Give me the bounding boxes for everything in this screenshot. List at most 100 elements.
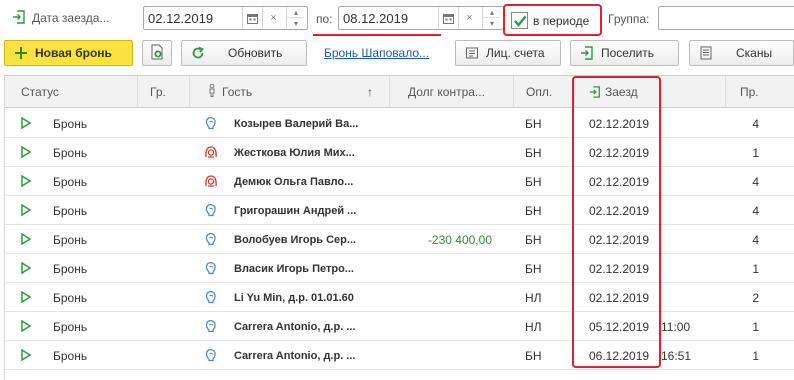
debt-cell xyxy=(395,138,492,167)
guests-count-cell: 1 xyxy=(752,145,759,160)
guests-count-cell: 4 xyxy=(752,203,759,218)
scans-label: Сканы xyxy=(736,46,773,60)
table-row[interactable]: Бронь Козырев Валерий Ва... БН 02.12.2019 4 xyxy=(5,109,794,138)
spin-down-icon[interactable]: ▾ xyxy=(287,18,305,29)
accounts-label: Лиц. счета xyxy=(486,46,545,60)
spin-up-icon[interactable]: ▴ xyxy=(287,7,305,18)
document-icon xyxy=(149,44,165,63)
column-guests-count[interactable]: Пр. xyxy=(726,76,794,108)
accounts-icon xyxy=(464,45,480,61)
guest-cell: Козырев Валерий Ва... xyxy=(234,117,359,130)
accounts-button[interactable]: Лиц. счета xyxy=(455,40,561,66)
column-citizenship[interactable]: Гр. xyxy=(138,76,190,108)
spin-icon[interactable]: ▴ ▾ xyxy=(286,7,306,29)
group-label: Группа: xyxy=(608,12,650,26)
male-guest-icon xyxy=(204,348,218,365)
checkin-date-text: Дата заезда... xyxy=(32,11,110,25)
column-guest-label: Гость xyxy=(222,85,253,99)
arrival-time-cell: 11:00 xyxy=(661,319,691,334)
male-guest-icon xyxy=(204,261,218,278)
date-to-field[interactable]: 08.12.2019 × ▴ ▾ xyxy=(338,6,504,30)
column-status[interactable]: Статус xyxy=(5,76,138,108)
date-to-label: по: xyxy=(316,12,333,26)
play-triangle-icon xyxy=(21,232,32,248)
arrival-date-cell: 02.12.2019 xyxy=(589,145,650,160)
play-triangle-icon xyxy=(21,261,32,277)
refresh-icon xyxy=(190,45,206,61)
new-booking-button[interactable]: Новая бронь xyxy=(4,40,133,66)
spin-down-icon[interactable]: ▾ xyxy=(483,18,501,29)
play-triangle-icon xyxy=(21,116,32,132)
arrival-date-cell: 02.12.2019 xyxy=(589,232,650,247)
group-field[interactable] xyxy=(658,6,794,30)
play-triangle-icon xyxy=(21,319,32,335)
guest-cell: Carrera Antonio, д.р. ... xyxy=(234,349,356,362)
table-header: Статус Гр. Гость ↑ Долг контра... Опл. З… xyxy=(5,75,794,108)
table-row[interactable]: Бронь Волобуев Игорь Сер... -230 400,00 БН 0… xyxy=(5,225,794,254)
date-to-highlight xyxy=(313,34,441,36)
guests-count-cell: 4 xyxy=(752,174,759,189)
arrival-date-cell: 06.12.2019 xyxy=(589,348,650,363)
refresh-label: Обновить xyxy=(228,46,283,60)
toolbar: Новая бронь Обновить Бронь Шаповало... Л… xyxy=(0,40,794,66)
debt-cell xyxy=(395,254,492,283)
debt-cell xyxy=(395,167,492,196)
in-period-checkbox[interactable] xyxy=(511,12,528,29)
debt-cell xyxy=(395,341,492,370)
payment-cell: БН xyxy=(525,116,542,131)
status-cell: Бронь xyxy=(53,203,88,218)
column-debt[interactable]: Долг контра... xyxy=(390,76,514,108)
table-row[interactable]: Бронь Демюк Ольга Павло... БН 02.12.2019 4 xyxy=(5,167,794,196)
table-row[interactable]: Бронь Carrera Antonio, д.р. ... БН 06.12.20… xyxy=(5,341,794,370)
guests-count-cell: 1 xyxy=(752,348,759,363)
table-row[interactable]: Бронь Carrera Antonio, д.р. ... НЛ 05.12.20… xyxy=(5,312,794,341)
payment-cell: НЛ xyxy=(525,319,542,334)
column-arrival[interactable]: Заезд xyxy=(575,76,726,108)
payment-cell: БН xyxy=(525,145,542,160)
payment-cell: БН xyxy=(525,203,542,218)
payment-cell: БН xyxy=(525,232,542,247)
status-cell: Бронь xyxy=(53,232,88,247)
print-document-button[interactable] xyxy=(142,40,172,66)
guests-count-cell: 4 xyxy=(752,232,759,247)
table-row[interactable]: Бронь Григорашин Андрей ... БН 02.12.2019 4 xyxy=(5,196,794,225)
arrival-time-cell xyxy=(661,254,695,283)
checkin-button[interactable]: Поселить xyxy=(570,40,679,66)
spin-icon[interactable]: ▴ ▾ xyxy=(482,7,502,29)
scans-button[interactable]: Сканы xyxy=(689,40,794,66)
clear-icon[interactable]: × xyxy=(458,7,480,29)
column-payment[interactable]: Опл. xyxy=(514,76,575,108)
status-cell: Бронь xyxy=(53,116,88,131)
refresh-button[interactable]: Обновить xyxy=(181,40,307,66)
arrival-time-cell xyxy=(661,225,695,254)
calendar-icon[interactable] xyxy=(242,7,262,29)
table-row[interactable]: Бронь Власик Игорь Петро... БН 02.12.2019 1 xyxy=(5,254,794,283)
checkin-date-label: Дата заезда... xyxy=(12,9,109,27)
play-triangle-icon xyxy=(21,348,32,364)
date-from-field[interactable]: 02.12.2019 × ▴ ▾ xyxy=(143,6,308,30)
guests-count-cell: 2 xyxy=(752,290,759,305)
clear-icon[interactable]: × xyxy=(262,7,284,29)
guest-cell: Волобуев Игорь Сер... xyxy=(234,233,357,246)
status-cell: Бронь xyxy=(53,174,88,189)
enter-arrow-icon xyxy=(579,45,595,61)
status-cell: Бронь xyxy=(53,348,88,363)
spin-up-icon[interactable]: ▴ xyxy=(483,7,501,18)
column-status-label: Статус xyxy=(21,85,59,99)
status-cell: Бронь xyxy=(53,261,88,276)
table-row[interactable]: Бронь Жесткова Юлия Мих... БН 02.12.2019 1 xyxy=(5,138,794,167)
guests-count-cell: 1 xyxy=(752,319,759,334)
column-guest[interactable]: Гость ↑ xyxy=(190,76,390,108)
arrival-date-cell: 05.12.2019 xyxy=(589,319,650,334)
debt-cell xyxy=(395,109,492,138)
in-period-label[interactable]: в периоде xyxy=(533,14,589,28)
male-guest-icon xyxy=(204,203,218,220)
date-from-value: 02.12.2019 xyxy=(148,11,214,26)
booking-link[interactable]: Бронь Шаповало... xyxy=(324,46,429,60)
play-triangle-icon xyxy=(21,290,32,306)
calendar-icon[interactable] xyxy=(438,7,458,29)
scan-icon xyxy=(698,45,714,61)
female-guest-icon xyxy=(204,145,218,162)
table-row[interactable]: Бронь Li Yu Min, д.р. 01.01.60 НЛ 02.12.201… xyxy=(5,283,794,312)
sort-arrow-icon: ↑ xyxy=(367,85,373,99)
